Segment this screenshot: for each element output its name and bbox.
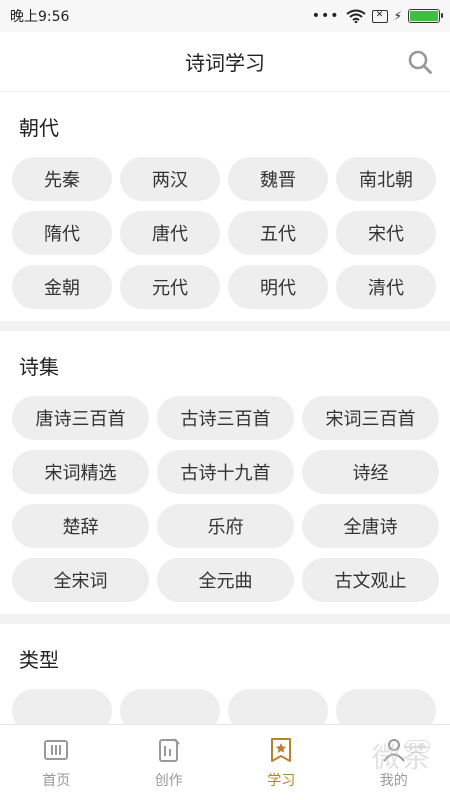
chip-dynasty[interactable]: 隋代 xyxy=(12,211,112,255)
chip-grid xyxy=(12,689,438,724)
charging-icon: ⚡ xyxy=(393,9,402,23)
chip-type[interactable] xyxy=(120,689,220,724)
search-icon xyxy=(408,50,432,74)
chip-dynasty[interactable]: 两汉 xyxy=(120,157,220,201)
chip-collection[interactable]: 唐诗三百首 xyxy=(12,396,149,440)
watermark-badge: CHA xyxy=(404,740,430,753)
chip-collection[interactable]: 全宋词 xyxy=(12,558,149,602)
chip-dynasty[interactable]: 元代 xyxy=(120,265,220,309)
chip-collection[interactable]: 全元曲 xyxy=(157,558,294,602)
app-header: 诗词学习 xyxy=(0,32,450,92)
tab-home[interactable]: 首页 xyxy=(0,725,113,800)
section-collection: 诗集 唐诗三百首 古诗三百首 宋词三百首 宋词精选 古诗十九首 诗经 楚辞 乐府… xyxy=(0,331,450,614)
chip-dynasty[interactable]: 魏晋 xyxy=(228,157,328,201)
status-bar: 晚上9:56 ••• ✕ ⚡ xyxy=(0,0,450,32)
status-time: 晚上9:56 xyxy=(10,9,70,25)
tab-study[interactable]: 学习 xyxy=(225,725,338,800)
chip-type[interactable] xyxy=(336,689,436,724)
study-icon xyxy=(271,737,292,762)
section-title: 诗集 xyxy=(19,355,59,379)
section-title: 类型 xyxy=(19,648,59,672)
page-title: 诗词学习 xyxy=(185,51,265,75)
tab-label: 首页 xyxy=(42,772,71,789)
chip-dynasty[interactable]: 唐代 xyxy=(120,211,220,255)
tab-create[interactable]: 创作 xyxy=(113,725,226,800)
no-sim-icon: ✕ xyxy=(371,9,388,23)
chip-collection[interactable]: 宋词精选 xyxy=(12,450,149,494)
section-title: 朝代 xyxy=(19,116,59,140)
chip-collection[interactable]: 全唐诗 xyxy=(302,504,439,548)
chip-type[interactable] xyxy=(12,689,112,724)
chip-dynasty[interactable]: 宋代 xyxy=(336,211,436,255)
chip-dynasty[interactable]: 清代 xyxy=(336,265,436,309)
edit-icon xyxy=(158,737,180,762)
status-icons: ••• ✕ ⚡ xyxy=(311,8,443,24)
chip-dynasty[interactable]: 明代 xyxy=(228,265,328,309)
battery-icon xyxy=(408,9,443,23)
chip-dynasty[interactable]: 南北朝 xyxy=(336,157,436,201)
chip-dynasty[interactable]: 金朝 xyxy=(12,265,112,309)
more-dots-icon: ••• xyxy=(311,8,340,24)
home-icon xyxy=(44,739,69,760)
chip-dynasty[interactable]: 五代 xyxy=(228,211,328,255)
chip-collection[interactable]: 古诗十九首 xyxy=(157,450,294,494)
chip-grid: 唐诗三百首 古诗三百首 宋词三百首 宋词精选 古诗十九首 诗经 楚辞 乐府 全唐… xyxy=(12,396,439,602)
chip-type[interactable] xyxy=(228,689,328,724)
tab-label: 创作 xyxy=(154,772,183,789)
chip-collection[interactable]: 古文观止 xyxy=(302,558,439,602)
chip-collection[interactable]: 楚辞 xyxy=(12,504,149,548)
chip-dynasty[interactable]: 先秦 xyxy=(12,157,112,201)
chip-collection[interactable]: 古诗三百首 xyxy=(157,396,294,440)
content-scroll[interactable]: 朝代 先秦 两汉 魏晋 南北朝 隋代 唐代 五代 宋代 金朝 元代 明代 清代 … xyxy=(0,92,450,724)
wifi-icon xyxy=(345,9,366,23)
chip-collection[interactable]: 乐府 xyxy=(157,504,294,548)
chip-collection[interactable]: 诗经 xyxy=(302,450,439,494)
section-type: 类型 xyxy=(0,624,450,724)
search-button[interactable] xyxy=(406,48,434,76)
chip-grid: 先秦 两汉 魏晋 南北朝 隋代 唐代 五代 宋代 金朝 元代 明代 清代 xyxy=(12,157,438,309)
section-dynasty: 朝代 先秦 两汉 魏晋 南北朝 隋代 唐代 五代 宋代 金朝 元代 明代 清代 xyxy=(0,92,450,321)
chip-collection[interactable]: 宋词三百首 xyxy=(302,396,439,440)
tab-label: 学习 xyxy=(267,772,296,789)
